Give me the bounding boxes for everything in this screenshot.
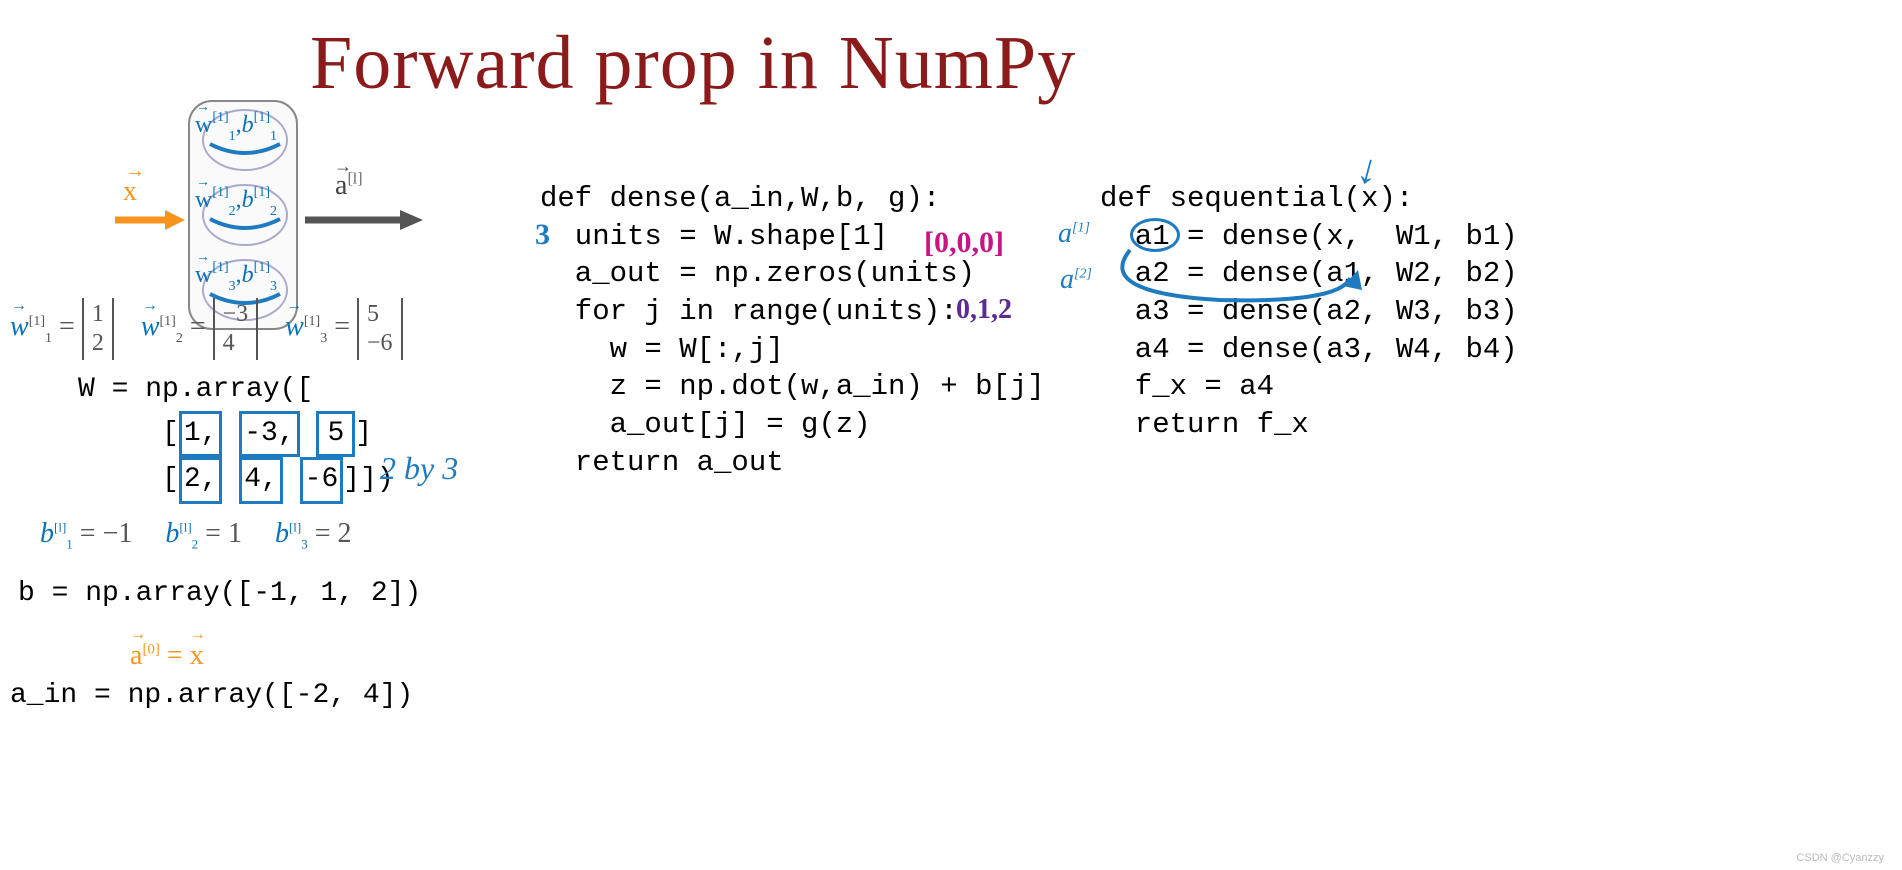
annotation-a-l2: a[2]: [1060, 264, 1092, 296]
b-array-code: b = np.array([-1, 1, 2]): [18, 578, 421, 609]
annotation-a-l1: a[1]: [1058, 218, 1090, 250]
a-vector-label: a[l]: [335, 170, 363, 202]
b1-eq: b[l]1 = −1: [40, 518, 132, 549]
b3-eq: b[l]3 = 2: [275, 518, 352, 549]
nn-diagram: x →w[1]1,b[1]1 →w[1]2,b[1]2 →w[1]3,b[1]3…: [55, 50, 385, 290]
annotation-zeros: [0,0,0]: [924, 226, 1004, 260]
a0-equation: a[0] = x: [130, 640, 204, 672]
b-scalar-equations: b[l]1 = −1 b[l]2 = 1 b[l]3 = 2: [40, 518, 378, 553]
ain-array-code: a_in = np.array([-2, 4]): [10, 680, 413, 711]
annotation-units-3: 3: [535, 218, 550, 252]
curved-arrow-icon: [1100, 248, 1370, 313]
neuron-2-label: →w[1]2,b[1]2: [195, 187, 277, 218]
b2-eq: b[l]2 = 1: [165, 518, 242, 549]
neuron-1-label: →w[1]1,b[1]1: [195, 112, 277, 143]
w2-eq: w[1]2 = −34: [141, 298, 258, 360]
slide-title: Forward prop in NumPy: [310, 20, 1076, 107]
a-arrow-icon: [305, 205, 425, 235]
annotation-range-012: 0,1,2: [956, 294, 1012, 326]
watermark: CSDN @Cyanzzy: [1796, 852, 1884, 864]
a1-circle-annotation: [1130, 218, 1180, 252]
neuron-3-label: →w[1]3,b[1]3: [195, 262, 277, 293]
w-vector-equations: w[1]1 = 12 w[1]2 = −34 w[1]3 = 5−6: [10, 298, 423, 360]
w-array-code: W = np.array([ [1, -3, 5] [2, 4, -6]]): [78, 370, 394, 504]
x-vector-label: x: [123, 176, 137, 208]
x-arrow-icon: [115, 205, 185, 235]
w3-eq: w[1]3 = 5−6: [285, 298, 402, 360]
w1-eq: w[1]1 = 12: [10, 298, 114, 360]
annotation-2by3: 2 by 3: [380, 450, 458, 487]
